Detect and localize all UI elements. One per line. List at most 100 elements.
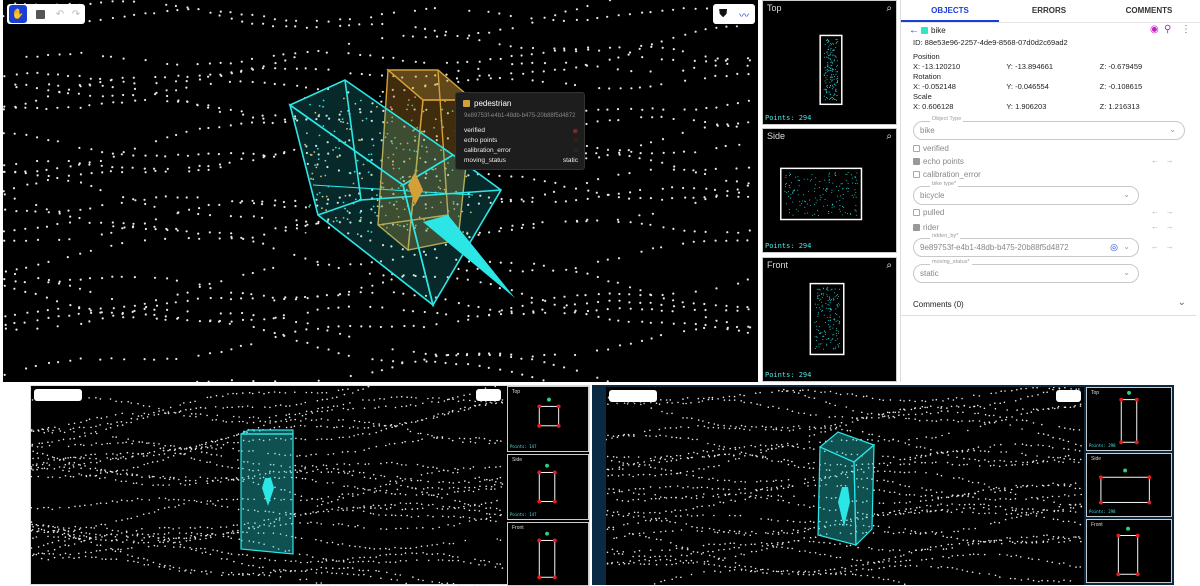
undo-icon[interactable]: ↶	[53, 5, 67, 23]
popup-row-verified: verified ⊗	[464, 127, 578, 135]
left-toolbar: ✋ ↶ ↷	[7, 4, 85, 24]
bottom-right-snapshot: Top Points: 298 Side Points: 298 Front	[592, 385, 1174, 585]
top-view[interactable]: Top Points: 147	[507, 386, 589, 452]
redo-icon[interactable]: ↷	[69, 5, 83, 23]
right-toolbar: ⛊ 〰	[713, 4, 755, 24]
more-options-icon[interactable]: ⋮	[1181, 24, 1191, 35]
popup-label: pedestrian	[474, 99, 512, 108]
bike-type-select[interactable]: bike type* bicycle ⌄	[913, 181, 1139, 205]
top-view[interactable]: Top ⌕ Points: 294	[762, 0, 897, 125]
prev-next-arrows[interactable]: ← →	[1151, 156, 1174, 165]
points-count: Points: 294	[765, 242, 812, 250]
mini-toolbar	[34, 389, 82, 401]
object-info-popup: pedestrian 9e89753f-e4b1-48db-b475-20b88…	[455, 92, 585, 170]
front-view[interactable]: Front	[507, 522, 589, 586]
tab-errors[interactable]: ERRORS	[999, 0, 1099, 22]
view-title: Top	[512, 389, 521, 395]
tab-divider	[901, 22, 1200, 23]
front-view[interactable]: Front	[1086, 519, 1172, 583]
bottom-left-snapshot: Top Points: 147 Side Points: 147 Front	[30, 385, 590, 586]
front-view[interactable]: Front ⌕ Points: 294	[762, 257, 897, 382]
chevron-down-icon: ⌄	[1123, 268, 1130, 277]
verified-checkbox[interactable]: verified	[913, 144, 949, 153]
comments-section[interactable]: Comments (0) ⌄	[901, 292, 1196, 316]
pulled-checkbox[interactable]: pulled	[913, 208, 944, 217]
prev-next-arrows[interactable]: ← →	[1151, 242, 1174, 251]
error-icon: ⊗	[572, 128, 578, 135]
objects-panel: OBJECTS ERRORS COMMENTS ← bike ◉ ⚲ ⋮ ID:…	[900, 0, 1200, 382]
points-count: Points: 147	[510, 512, 537, 517]
bounding-boxes	[817, 431, 876, 547]
bounding-boxes	[240, 429, 294, 555]
view-title: Side	[1091, 456, 1102, 462]
rider-checkbox[interactable]: rider	[913, 223, 939, 232]
target-icon[interactable]: ◎	[1110, 242, 1118, 253]
bounding-boxes	[288, 68, 515, 308]
points-count: Points: 147	[510, 444, 537, 449]
location-pin-icon[interactable]: ⚲	[1164, 24, 1171, 35]
points-count: Points: 294	[765, 114, 812, 122]
popup-row-moving: moving_status static	[464, 157, 578, 164]
box-select-icon[interactable]	[31, 5, 49, 23]
side-view[interactable]: Side Points: 147	[507, 454, 589, 520]
tab-comments[interactable]: COMMENTS	[1099, 0, 1199, 22]
calibration-error-checkbox[interactable]: calibration_error	[913, 170, 981, 179]
ridden-by-select[interactable]: ridden_by* 9e89753f-e4b1-48db-b475-20b88…	[913, 233, 1139, 257]
front-view-box	[809, 282, 845, 356]
echo-points-checkbox[interactable]: echo points	[913, 157, 964, 166]
top-view[interactable]: Top Points: 298	[1086, 387, 1172, 451]
rotation-values: X: -0.052148 Y: -0.046554 Z: -0.108615	[913, 82, 1143, 91]
chevron-down-icon: ⌄	[1169, 125, 1176, 134]
object-label: bike	[931, 26, 946, 35]
tab-objects[interactable]: OBJECTS	[901, 0, 999, 22]
scale-title: Scale	[913, 92, 932, 101]
object-id: ID: 88e53e96-2257-4de9-8568-07d0d2c69ad2	[913, 38, 1068, 47]
position-title: Position	[913, 52, 940, 61]
mini-toolbar	[609, 390, 657, 402]
chevron-down-icon: ⌄	[1123, 242, 1130, 251]
chevron-down-icon[interactable]: ⌄	[1178, 297, 1186, 308]
object-color-swatch	[921, 27, 928, 34]
pedestrian-color-swatch	[463, 100, 470, 107]
scale-values: X: 0.606128 Y: 1.906203 Z: 1.216313	[913, 102, 1140, 111]
top-view-box	[819, 34, 843, 106]
zoom-icon[interactable]: ⌕	[886, 131, 892, 142]
zoom-icon[interactable]: ⌕	[886, 3, 892, 14]
points-count: Points: 298	[1089, 509, 1116, 514]
prev-next-arrows[interactable]: ← →	[1151, 222, 1174, 231]
side-view-box	[780, 167, 863, 221]
popup-row-calibration: calibration_error ◌	[464, 147, 578, 154]
trend-icon[interactable]: 〰	[739, 7, 749, 22]
prev-next-arrows[interactable]: ← →	[1151, 207, 1174, 216]
comments-title: Comments (0)	[913, 300, 964, 309]
view-title: Front	[512, 525, 524, 531]
warning-icon: ◌	[574, 147, 578, 154]
popup-id: 9e89753f-e4b1-48db-b475-20b88f5d4872	[464, 113, 576, 119]
view-title: Top	[767, 3, 782, 13]
object-type-select[interactable]: Object Type bike ⌄	[913, 116, 1185, 140]
side-view[interactable]: Side Points: 298	[1086, 453, 1172, 517]
view-title: Front	[767, 260, 789, 270]
warning-icon: ◌	[574, 137, 578, 144]
view-title: Top	[1091, 390, 1100, 396]
bottom-left-3d-viewer[interactable]	[31, 386, 505, 586]
points-count: Points: 298	[1089, 443, 1116, 448]
chevron-down-icon: ⌄	[1123, 190, 1130, 199]
moving-status-select[interactable]: moving_status* static ⌄	[913, 259, 1139, 283]
position-values: X: -13.120210 Y: -13.894661 Z: -0.679459	[913, 62, 1143, 71]
back-arrow-icon[interactable]: ←	[909, 25, 919, 36]
eye-icon[interactable]: ◉	[1150, 24, 1159, 35]
main-3d-viewer[interactable]: ✋ ↶ ↷ ⛊ 〰 pedestrian 9e89753f-e4b1-48db-…	[3, 0, 758, 382]
view-title: Front	[1091, 522, 1103, 528]
popup-row-echo: echo points ◌	[464, 137, 578, 144]
points-count: Points: 294	[765, 371, 812, 379]
zoom-icon[interactable]: ⌕	[886, 260, 892, 271]
view-title: Side	[512, 457, 523, 463]
view-title: Side	[767, 131, 786, 141]
bottom-right-3d-viewer[interactable]	[606, 387, 1084, 585]
mini-toolbar-right	[1056, 390, 1081, 402]
side-view[interactable]: Side ⌕ Points: 294	[762, 128, 897, 253]
hand-icon[interactable]: ✋	[9, 5, 27, 23]
shield-icon[interactable]: ⛊	[719, 8, 727, 21]
mini-toolbar-right	[476, 389, 501, 401]
